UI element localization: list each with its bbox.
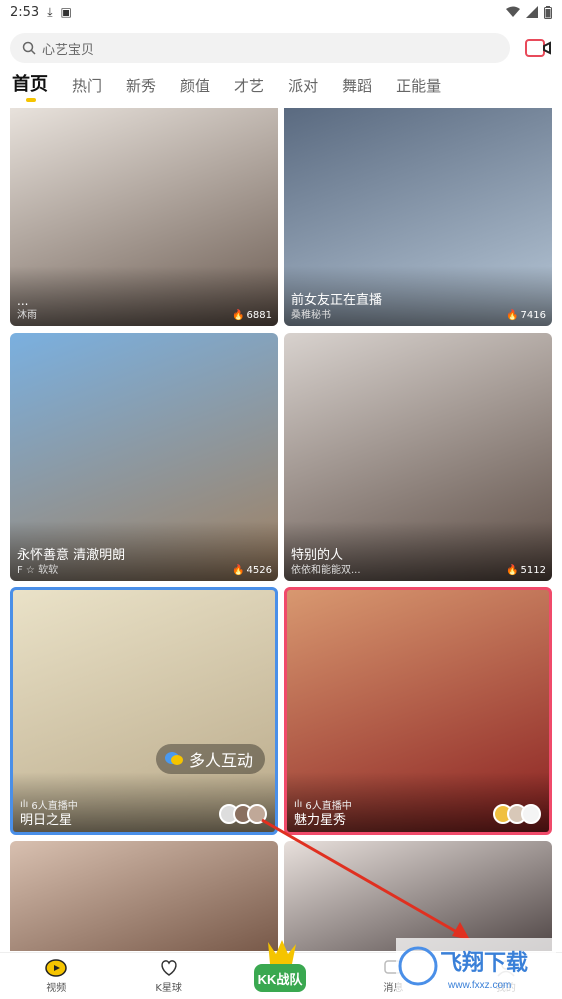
popularity: 🔥 5112 bbox=[506, 565, 546, 576]
watermark-text: 飞翔下载 bbox=[440, 950, 528, 975]
popularity: 🔥 4526 bbox=[232, 565, 272, 576]
tab-positive-energy[interactable]: 正能量 bbox=[396, 75, 441, 102]
tab-party[interactable]: 派对 bbox=[288, 75, 318, 102]
logo-text: KK战队 bbox=[258, 972, 304, 987]
popularity: 🔥 7416 bbox=[506, 310, 546, 321]
flame-icon: 🔥 bbox=[506, 565, 519, 576]
search-input[interactable]: 心艺宝贝 bbox=[10, 33, 510, 63]
avatar bbox=[521, 804, 541, 824]
stream-card[interactable]: ... 沐雨 🔥 6881 bbox=[10, 108, 278, 326]
streamer-name: 桑稚秘书 bbox=[291, 310, 331, 321]
stream-card[interactable]: 永怀善意 清澈明朗 F ☆ 软软 🔥 4526 bbox=[10, 333, 278, 581]
status-time: 2:53 bbox=[10, 4, 40, 20]
heart-planet-icon bbox=[160, 959, 177, 976]
stream-card[interactable] bbox=[284, 841, 552, 951]
multi-person-interaction-badge[interactable]: 多人互动 bbox=[156, 744, 266, 774]
wifi-icon bbox=[506, 6, 520, 17]
video-icon bbox=[45, 958, 67, 977]
tab-newcomer[interactable]: 新秀 bbox=[126, 75, 156, 102]
popularity: 🔥 6881 bbox=[232, 310, 272, 321]
status-bar: 2:53 ⤓ ▣ bbox=[0, 0, 562, 24]
watermark-url: www.fxxz.com bbox=[447, 980, 511, 991]
live-camera-icon[interactable] bbox=[524, 36, 552, 60]
stream-card[interactable] bbox=[10, 841, 278, 951]
search-icon bbox=[22, 41, 36, 55]
cellular-icon bbox=[526, 6, 538, 18]
search-placeholder: 心艺宝贝 bbox=[42, 42, 95, 58]
stream-card[interactable]: 特别的人 依依和能能双... 🔥 5112 bbox=[284, 333, 552, 581]
host-avatars bbox=[493, 804, 541, 824]
avatar bbox=[247, 804, 267, 824]
host-avatars bbox=[219, 804, 267, 824]
tab-talent[interactable]: 才艺 bbox=[234, 75, 264, 102]
flame-icon: 🔥 bbox=[506, 310, 519, 321]
site-watermark: 飞翔下载 www.fxxz.com bbox=[396, 938, 556, 996]
battery-icon bbox=[544, 5, 552, 19]
streamer-name: 依依和能能双... bbox=[291, 565, 361, 576]
tab-home[interactable]: 首页 bbox=[12, 70, 48, 102]
nav-video[interactable]: 视频 bbox=[0, 953, 112, 999]
stream-title: 魅力星秀 bbox=[294, 813, 347, 828]
stream-title: 明日之星 bbox=[20, 813, 73, 828]
nav-k-planet[interactable]: K星球 bbox=[112, 953, 224, 999]
multi-stream-card[interactable]: ılı 6人直播中 明日之星 bbox=[10, 587, 278, 835]
streamer-name: 沐雨 bbox=[17, 310, 37, 321]
kk-team-logo[interactable]: KK战队 bbox=[248, 938, 312, 996]
stream-card[interactable]: 前女友正在直播 桑稚秘书 🔥 7416 bbox=[284, 108, 552, 326]
category-tabs: 首页 热门 新秀 颜值 才艺 派对 舞蹈 正能量 bbox=[0, 72, 562, 102]
tab-dance[interactable]: 舞蹈 bbox=[342, 75, 372, 102]
app-notification-icon: ▣ bbox=[60, 5, 72, 19]
badge-label: 多人互动 bbox=[189, 751, 254, 770]
flame-icon: 🔥 bbox=[232, 310, 245, 321]
stream-feed: ... 沐雨 🔥 6881 前女友正在直播 桑稚秘书 🔥 7416 永怀善意 清澈明… bbox=[0, 108, 562, 951]
chat-bubble-icon bbox=[165, 752, 183, 765]
tab-hot[interactable]: 热门 bbox=[72, 75, 102, 102]
tab-looks[interactable]: 颜值 bbox=[180, 75, 210, 102]
streamer-name: F ☆ 软软 bbox=[17, 565, 59, 576]
download-icon: ⤓ bbox=[47, 4, 53, 19]
multi-stream-card[interactable]: ılı 6人直播中 魅力星秀 bbox=[284, 587, 552, 835]
flame-icon: 🔥 bbox=[232, 565, 245, 576]
